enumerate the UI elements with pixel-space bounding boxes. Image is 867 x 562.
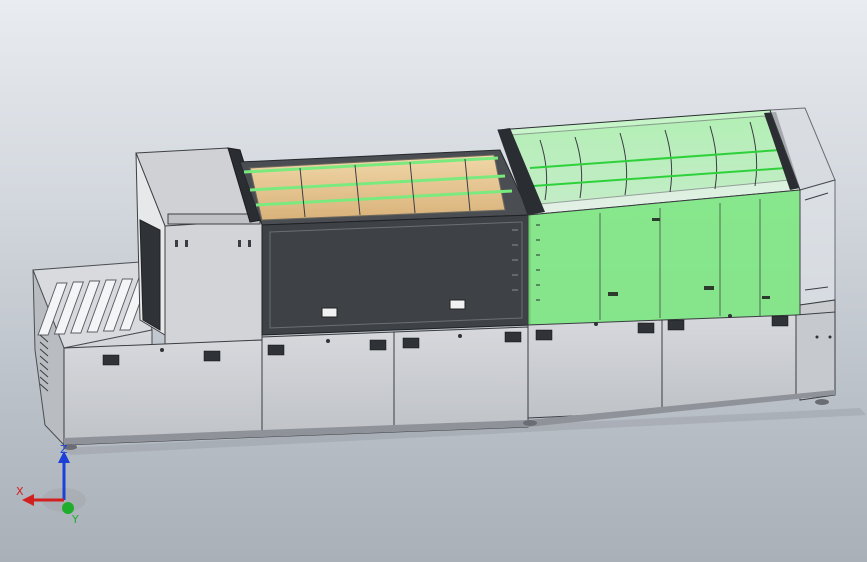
machine-3d-model[interactable] [0,0,867,562]
coordinate-triad-icon: X Z Y [16,443,86,526]
x-axis-arrow [22,494,34,506]
y-axis-label: Y [71,513,79,525]
entry-hood [135,147,263,346]
green-enclosure [497,109,801,326]
cad-viewport[interactable]: X Z Y [0,0,867,562]
middle-chamber [239,149,531,336]
coordinate-triad[interactable]: X Z Y [12,443,92,526]
z-axis-label: Z [60,445,68,456]
x-axis-label: X [16,485,24,498]
